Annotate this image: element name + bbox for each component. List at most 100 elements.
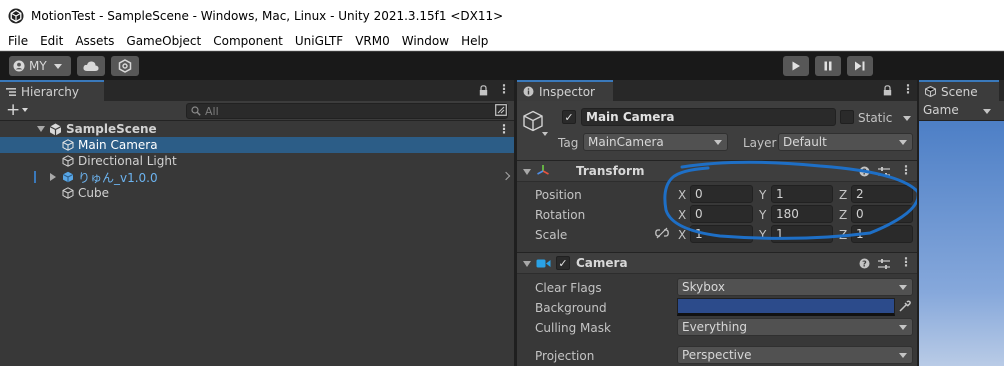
collapse-arrow-icon[interactable] xyxy=(523,261,531,267)
hierarchy-item-directional-light[interactable]: Directional Light xyxy=(0,153,514,169)
create-button[interactable]: + xyxy=(6,102,29,119)
chevron-down-icon xyxy=(899,140,907,145)
rotation-z-field[interactable]: 0 xyxy=(851,205,913,223)
tag-value: MainCamera xyxy=(588,135,664,149)
rotation-z-value: 0 xyxy=(856,207,864,221)
rotation-y-label[interactable]: Y xyxy=(759,208,766,222)
scale-y-field[interactable]: 1 xyxy=(771,225,833,243)
menu-vrm0[interactable]: VRM0 xyxy=(349,34,396,48)
position-y-value: 1 xyxy=(776,187,784,201)
eyedropper-icon[interactable] xyxy=(898,300,911,313)
rotation-x-field[interactable]: 0 xyxy=(690,205,753,223)
scale-y-value: 1 xyxy=(776,227,784,241)
presets-icon[interactable] xyxy=(878,166,890,178)
layer-dropdown[interactable]: Default xyxy=(778,133,913,151)
position-x-field[interactable]: 0 xyxy=(690,185,753,203)
search-placeholder: All xyxy=(205,104,219,118)
icon-dropdown-icon[interactable] xyxy=(542,132,548,136)
chevron-down-icon[interactable] xyxy=(983,109,991,114)
lock-icon[interactable] xyxy=(479,85,488,96)
cloud-button[interactable] xyxy=(77,56,105,76)
scene-mode-label[interactable]: Game xyxy=(923,103,959,117)
more-options-icon[interactable]: ⋮ xyxy=(498,122,510,136)
chevron-down-icon xyxy=(53,63,62,69)
static-dropdown-icon[interactable] xyxy=(903,116,911,121)
chevron-down-icon xyxy=(899,285,907,290)
rotation-z-label[interactable]: Z xyxy=(839,208,847,222)
transform-component-header[interactable]: Transform ? ⋮ xyxy=(517,160,917,182)
expand-arrow-icon[interactable] xyxy=(37,126,45,132)
tag-dropdown[interactable]: MainCamera xyxy=(583,133,728,151)
chevron-down-icon xyxy=(899,353,907,358)
position-y-label[interactable]: Y xyxy=(759,188,766,202)
help-icon[interactable]: ? xyxy=(859,258,870,269)
menu-bar: File Edit Assets GameObject Component Un… xyxy=(0,31,1004,51)
hierarchy-search[interactable]: All xyxy=(186,103,508,119)
menu-help[interactable]: Help xyxy=(455,34,494,48)
tab-scene[interactable]: Scene xyxy=(919,80,999,101)
menu-unigltf[interactable]: UniGLTF xyxy=(289,34,349,48)
chevron-down-icon xyxy=(714,140,722,145)
menu-assets[interactable]: Assets xyxy=(69,34,120,48)
menu-file[interactable]: File xyxy=(2,34,34,48)
scale-z-label[interactable]: Z xyxy=(839,228,847,242)
step-button[interactable] xyxy=(847,56,873,76)
position-y-field[interactable]: 1 xyxy=(771,185,833,203)
hierarchy-item-label: Cube xyxy=(78,186,109,200)
play-button[interactable] xyxy=(783,56,809,76)
menu-edit[interactable]: Edit xyxy=(34,34,69,48)
background-color-field[interactable] xyxy=(677,298,895,316)
culling-mask-dropdown[interactable]: Everything xyxy=(677,318,913,336)
scale-x-value: 1 xyxy=(695,227,703,241)
position-z-label[interactable]: Z xyxy=(839,188,847,202)
hierarchy-item-prefab[interactable]: りゅん_v1.0.0 xyxy=(0,169,514,185)
chevron-right-icon[interactable] xyxy=(501,171,511,181)
more-options-icon[interactable]: ⋮ xyxy=(902,82,914,96)
rotation-y-field[interactable]: 180 xyxy=(771,205,833,223)
scale-x-label[interactable]: X xyxy=(678,228,686,242)
position-x-label[interactable]: X xyxy=(678,188,686,202)
tab-inspector[interactable]: Inspector xyxy=(517,80,613,101)
lock-icon[interactable] xyxy=(883,85,892,96)
hierarchy-item-main-camera[interactable]: Main Camera xyxy=(0,137,514,153)
scale-x-field[interactable]: 1 xyxy=(690,225,753,243)
account-dropdown[interactable]: MY xyxy=(9,56,71,76)
scene-visibility-icon[interactable] xyxy=(495,104,507,116)
svg-text:?: ? xyxy=(862,167,867,176)
hierarchy-icon xyxy=(6,87,16,96)
more-options-icon[interactable]: ⋮ xyxy=(900,255,912,269)
help-icon[interactable]: ? xyxy=(859,166,870,177)
more-options-icon[interactable]: ⋮ xyxy=(900,163,912,177)
rotation-x-label[interactable]: X xyxy=(678,208,686,222)
active-checkbox[interactable]: ✓ xyxy=(562,110,576,124)
scale-y-label[interactable]: Y xyxy=(759,228,766,242)
pause-button[interactable] xyxy=(815,56,841,76)
position-z-field[interactable]: 2 xyxy=(851,185,913,203)
scene-grid-icon xyxy=(925,86,936,97)
object-name-field[interactable]: Main Camera xyxy=(581,108,836,126)
constrain-proportions-icon[interactable] xyxy=(655,227,669,239)
main-toolbar: MY xyxy=(0,52,1004,80)
tab-hierarchy[interactable]: Hierarchy xyxy=(0,80,104,101)
static-checkbox[interactable] xyxy=(840,110,854,124)
camera-component-header[interactable]: ✓ Camera ? ⋮ xyxy=(517,252,917,274)
gameobject-cube-icon xyxy=(62,155,74,167)
menu-gameobject[interactable]: GameObject xyxy=(120,34,207,48)
camera-enabled-checkbox[interactable]: ✓ xyxy=(556,256,570,270)
projection-dropdown[interactable]: Perspective xyxy=(677,346,913,364)
menu-window[interactable]: Window xyxy=(396,34,455,48)
unity-logo-icon xyxy=(8,8,24,23)
expand-arrow-icon[interactable] xyxy=(50,173,56,181)
more-options-icon[interactable]: ⋮ xyxy=(498,82,510,96)
scene-row[interactable]: SampleScene ⋮ xyxy=(0,121,514,137)
collab-button[interactable] xyxy=(111,56,139,76)
presets-icon[interactable] xyxy=(878,258,890,270)
search-icon xyxy=(191,106,201,116)
scene-viewport[interactable] xyxy=(919,121,1004,366)
hierarchy-item-cube[interactable]: Cube xyxy=(0,185,514,201)
collapse-arrow-icon[interactable] xyxy=(523,169,531,175)
scale-z-field[interactable]: 1 xyxy=(851,225,913,243)
rotation-y-value: 180 xyxy=(776,207,799,221)
clear-flags-dropdown[interactable]: Skybox xyxy=(677,278,913,296)
menu-component[interactable]: Component xyxy=(207,34,289,48)
